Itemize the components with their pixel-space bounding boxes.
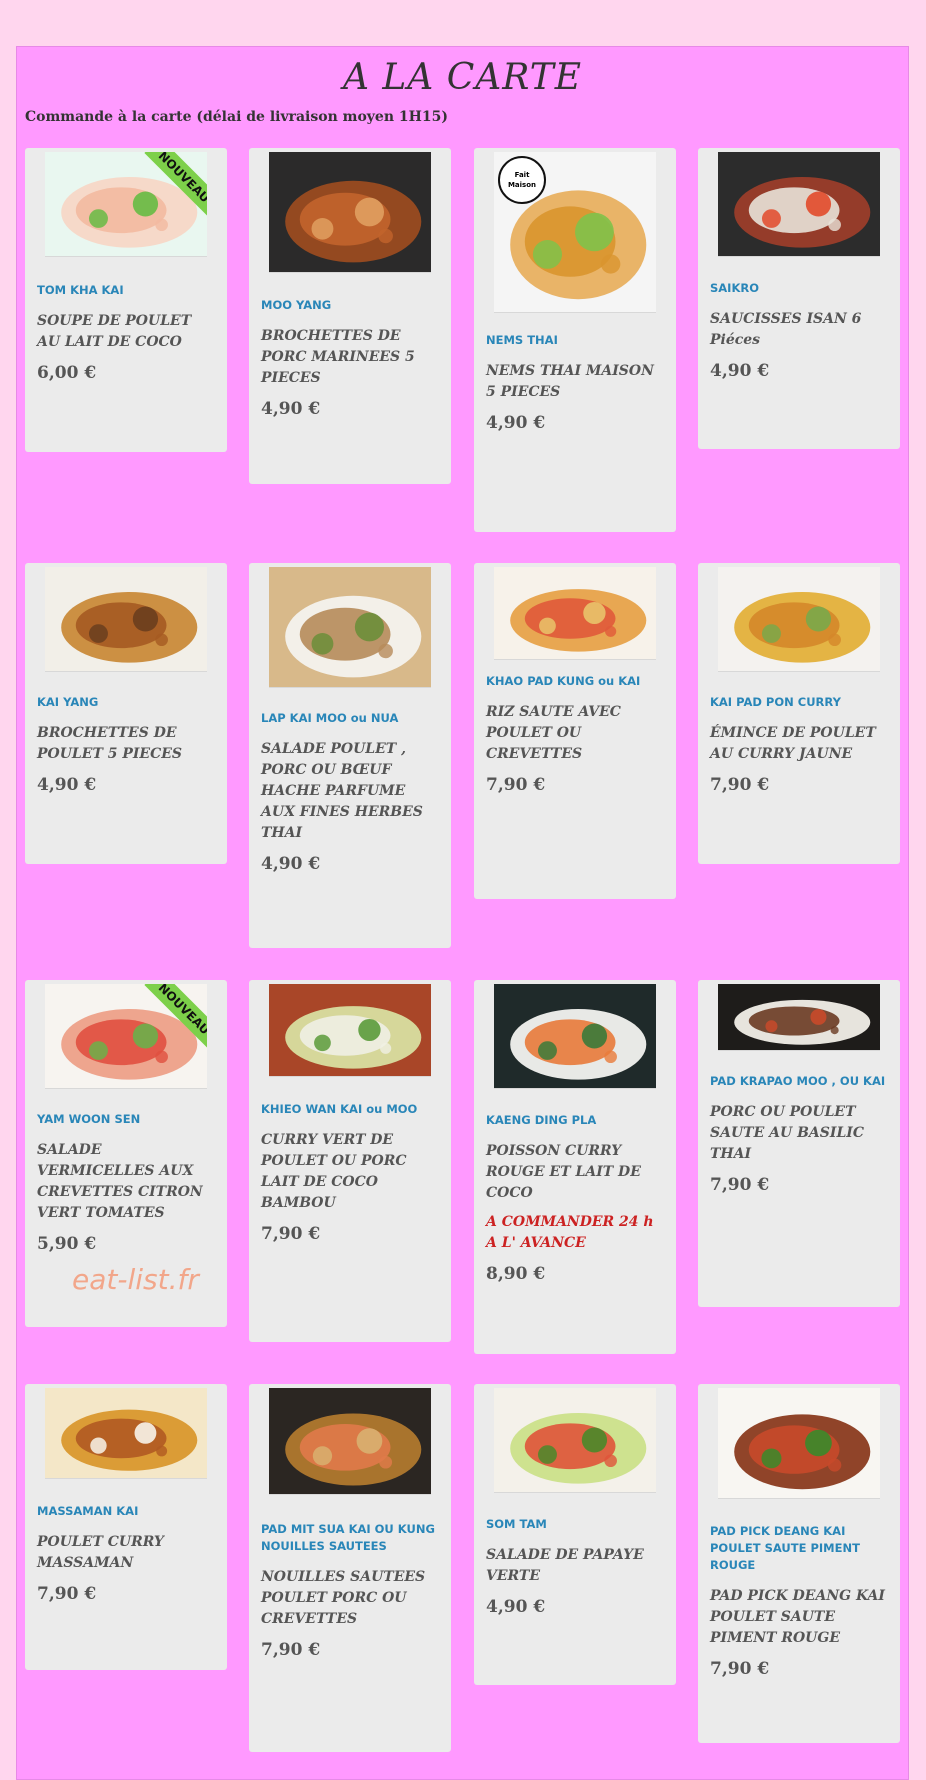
dish-price: 4,90 € xyxy=(37,775,97,795)
dish-photo: Fait Maison xyxy=(494,152,656,313)
dish-description: NEMS THAI MAISON 5 PIECES xyxy=(486,363,654,400)
dish-description: NOUILLES SAUTEES POULET PORC OU CREVETTE… xyxy=(261,1569,426,1627)
dish-photo xyxy=(45,567,207,672)
dish-code: MOO YANG xyxy=(261,298,332,312)
dish-code: KHAO PAD KUNG ou KAI xyxy=(486,674,641,688)
menu-item-card[interactable]: Fait Maison NEMS THAI NEMS THAI MAISON 5 P… xyxy=(474,148,676,532)
dish-price: 7,90 € xyxy=(486,775,546,795)
menu-item-card[interactable]: PAD MIT SUA KAI OU KUNG NOUILLES SAUTEES… xyxy=(249,1384,451,1752)
dish-photo xyxy=(718,567,880,672)
dish-photo xyxy=(718,984,880,1051)
dish-code: NEMS THAI xyxy=(486,333,558,347)
dish-description: SAUCISSES ISAN 6 Piéces xyxy=(710,311,862,348)
dish-photo xyxy=(269,567,431,688)
dish-photo: NOUVEAU xyxy=(45,152,207,257)
menu-item-card[interactable]: MOO YANG BROCHETTES DE PORC MARINEES 5 PI… xyxy=(249,148,451,484)
menu-item-card[interactable]: LAP KAI MOO ou NUA SALADE POULET , PORC O… xyxy=(249,563,451,948)
menu-item-card[interactable]: SOM TAM SALADE DE PAPAYE VERTE 4,90 € xyxy=(474,1384,676,1685)
dish-description: PORC OU POULET SAUTE AU BASILIC THAI xyxy=(710,1104,864,1162)
dish-code: LAP KAI MOO ou NUA xyxy=(261,711,399,725)
dish-price: 7,90 € xyxy=(37,1584,97,1604)
dish-price: 7,90 € xyxy=(261,1640,321,1660)
dish-price: 7,90 € xyxy=(710,1175,770,1195)
dish-price: 7,90 € xyxy=(710,1659,770,1679)
dish-photo: NOUVEAU xyxy=(45,984,207,1089)
menu-item-card[interactable]: PAD KRAPAO MOO , OU KAI PORC OU POULET SA… xyxy=(698,980,900,1307)
dish-price: 4,90 € xyxy=(261,399,321,419)
dish-photo xyxy=(494,1388,656,1493)
menu-item-card[interactable]: KAENG DING PLA POISSON CURRY ROUGE ET LAI… xyxy=(474,980,676,1354)
dish-code: YAM WOON SEN xyxy=(37,1112,141,1126)
dish-description: POULET CURRY MASSAMAN xyxy=(37,1534,164,1571)
dish-photo xyxy=(45,1388,207,1479)
dish-photo xyxy=(269,1388,431,1495)
dish-description: SALADE VERMICELLES AUX CREVETTES CITRON … xyxy=(37,1142,203,1221)
dish-description: SOUPE DE POULET AU LAIT DE COCO xyxy=(37,313,192,350)
dish-description: ÉMINCE DE POULET AU CURRY JAUNE xyxy=(710,725,876,762)
dish-code: PAD KRAPAO MOO , OU KAI xyxy=(710,1074,886,1088)
dish-description: CURRY VERT DE POULET OU PORC LAIT DE COC… xyxy=(261,1132,407,1211)
dish-description: BROCHETTES DE POULET 5 PIECES xyxy=(37,725,183,762)
menu-item-card[interactable]: KHAO PAD KUNG ou KAI RIZ SAUTE AVEC POULE… xyxy=(474,563,676,899)
dish-code: TOM KHA KAI xyxy=(37,283,124,297)
menu-item-card[interactable]: KAI YANG BROCHETTES DE POULET 5 PIECES 4,9… xyxy=(25,563,227,864)
dish-photo xyxy=(494,984,656,1089)
dish-photo xyxy=(718,1388,880,1499)
dish-photo xyxy=(494,567,656,660)
dish-code: SOM TAM xyxy=(486,1517,547,1531)
dish-code: KAI PAD PON CURRY xyxy=(710,695,841,709)
dish-description: RIZ SAUTE AVEC POULET OU CREVETTES xyxy=(486,704,621,762)
order-advance-note: A COMMANDER 24 h A L' AVANCE xyxy=(486,1214,654,1251)
dish-code: KHIEO WAN KAI ou MOO xyxy=(261,1102,418,1116)
dish-code: PAD PICK DEANG KAI POULET SAUTE PIMENT R… xyxy=(710,1524,860,1572)
dish-description: SALADE POULET , PORC OU BŒUF HACHE PARFU… xyxy=(261,741,423,841)
dish-code: KAENG DING PLA xyxy=(486,1113,597,1127)
dish-price: 5,90 € xyxy=(37,1234,97,1254)
dish-price: 7,90 € xyxy=(261,1224,321,1244)
dish-price: 4,90 € xyxy=(710,361,770,381)
menu-item-card[interactable]: KHIEO WAN KAI ou MOO CURRY VERT DE POULET… xyxy=(249,980,451,1342)
dish-description: SALADE DE PAPAYE VERTE xyxy=(486,1547,644,1584)
menu-item-card[interactable]: PAD PICK DEANG KAI POULET SAUTE PIMENT R… xyxy=(698,1384,900,1743)
dish-description: POISSON CURRY ROUGE ET LAIT DE COCO xyxy=(486,1143,641,1201)
page-title: A LA CARTE xyxy=(342,57,583,98)
dish-photo xyxy=(269,152,431,273)
watermark: eat-list.fr xyxy=(72,1263,199,1296)
menu-item-card[interactable]: KAI PAD PON CURRY ÉMINCE DE POULET AU CUR… xyxy=(698,563,900,864)
homemade-logo: Fait Maison xyxy=(498,156,546,204)
menu-item-card[interactable]: MASSAMAN KAI POULET CURRY MASSAMAN 7,90 € xyxy=(25,1384,227,1670)
dish-photo xyxy=(718,152,880,257)
dish-description: BROCHETTES DE PORC MARINEES 5 PIECES xyxy=(261,328,415,386)
menu-item-card[interactable]: NOUVEAU TOM KHA KAI SOUPE DE POULET AU LAI… xyxy=(25,148,227,452)
dish-price: 6,00 € xyxy=(37,363,97,383)
dish-price: 7,90 € xyxy=(710,775,770,795)
dish-code: PAD MIT SUA KAI OU KUNG NOUILLES SAUTEES xyxy=(261,1522,435,1553)
dish-code: SAIKRO xyxy=(710,281,760,295)
dish-photo xyxy=(269,984,431,1077)
dish-price: 4,90 € xyxy=(486,1597,546,1617)
dish-price: 4,90 € xyxy=(486,413,546,433)
dish-price: 4,90 € xyxy=(261,854,321,874)
dish-description: PAD PICK DEANG KAI POULET SAUTE PIMENT R… xyxy=(710,1588,885,1646)
menu-item-card[interactable]: SAIKRO SAUCISSES ISAN 6 Piéces 4,90 € xyxy=(698,148,900,449)
dish-code: MASSAMAN KAI xyxy=(37,1504,139,1518)
dish-price: 8,90 € xyxy=(486,1264,546,1284)
dish-code: KAI YANG xyxy=(37,695,99,709)
page-subtitle: Commande à la carte (délai de livraison … xyxy=(25,109,448,125)
